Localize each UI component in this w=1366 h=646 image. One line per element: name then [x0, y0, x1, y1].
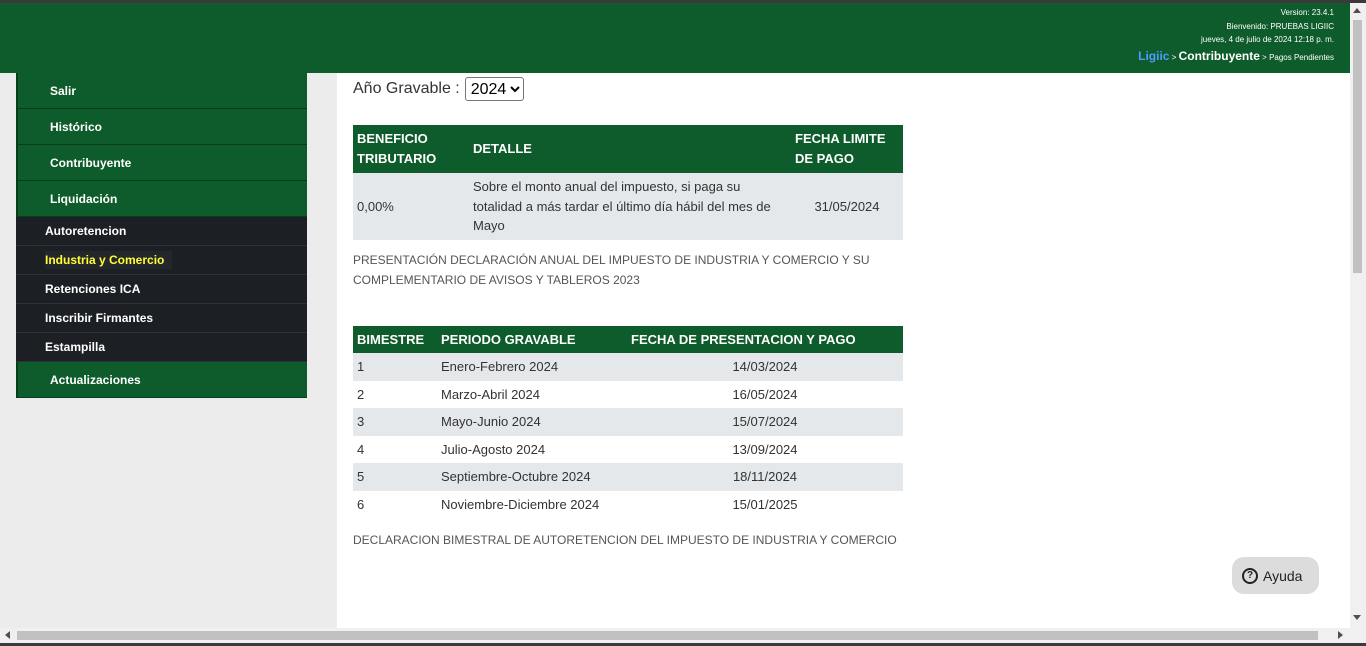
benefit-table: BENEFICIO TRIBUTARIO DETALLE FECHA LIMIT… — [353, 125, 903, 240]
benefit-value: 0,00% — [353, 173, 469, 240]
table-header-row: BIMESTRE PERIODO GRAVABLE FECHA DE PRESE… — [353, 326, 903, 353]
table-header-row: BENEFICIO TRIBUTARIO DETALLE FECHA LIMIT… — [353, 125, 903, 173]
submenu-item-estampilla[interactable]: Estampilla — [16, 333, 307, 362]
breadcrumb-separator: > — [1259, 52, 1270, 62]
bimester-declaration-note: DECLARACION BIMESTRAL DE AUTORETENCION D… — [353, 533, 897, 547]
sidebar-menu: Salir Histórico Contribuyente Liquidació… — [16, 73, 307, 398]
date-cell: 18/11/2024 — [627, 463, 903, 491]
table-row: 4 Julio-Agosto 2024 13/09/2024 — [353, 436, 903, 464]
sidebar-item-historico[interactable]: Histórico — [16, 109, 307, 145]
submenu-item-label: Retenciones ICA — [45, 282, 141, 296]
breadcrumb-home-link[interactable]: Ligiic — [1138, 49, 1169, 63]
period-cell: Septiembre-Octubre 2024 — [437, 463, 627, 491]
benefit-detail: Sobre el monto anual del impuesto, si pa… — [469, 173, 791, 240]
date-cell: 14/03/2024 — [627, 353, 903, 381]
scrollbar-corner — [1350, 628, 1366, 643]
table-row: 0,00% Sobre el monto anual del impuesto,… — [353, 173, 903, 240]
breadcrumb-section[interactable]: Contribuyente — [1179, 49, 1260, 63]
submenu-item-industria-y-comercio[interactable]: Industria y Comercio — [16, 246, 307, 275]
sidebar-item-actualizaciones[interactable]: Actualizaciones — [16, 362, 307, 398]
table-row: 2 Marzo-Abril 2024 16/05/2024 — [353, 381, 903, 409]
breadcrumb-separator: > — [1169, 52, 1179, 62]
period-cell: Mayo-Junio 2024 — [437, 408, 627, 436]
table-row: 6 Noviembre-Diciembre 2024 15/01/2025 — [353, 491, 903, 519]
version-text: Version: 23.4.1 — [1280, 8, 1334, 17]
vertical-scroll-thumb[interactable] — [1353, 20, 1362, 273]
column-header-fecha-presentacion: FECHA DE PRESENTACION Y PAGO — [627, 326, 903, 353]
date-cell: 13/09/2024 — [732, 441, 798, 457]
column-header-beneficio: BENEFICIO TRIBUTARIO — [353, 125, 469, 173]
submenu-item-label-active: Industria y Comercio — [45, 251, 173, 269]
bimestre-cell: 1 — [353, 353, 437, 381]
scroll-up-arrow-icon[interactable] — [1353, 8, 1361, 13]
vertical-scrollbar[interactable] — [1350, 3, 1366, 628]
bimestre-cell: 6 — [357, 496, 365, 512]
app-header: Version: 23.4.1 Bienvenido: PRUEBAS LIGI… — [0, 3, 1350, 73]
benefit-date: 31/05/2024 — [791, 173, 903, 240]
bimestre-cell: 5 — [353, 463, 437, 491]
date-cell: 16/05/2024 — [732, 386, 798, 402]
period-cell: Julio-Agosto 2024 — [441, 441, 546, 457]
question-circle-icon: ? — [1242, 567, 1258, 584]
column-header-detalle: DETALLE — [469, 125, 791, 173]
welcome-text: Bienvenido: PRUEBAS LIGIIC — [1226, 21, 1334, 31]
main-content: Año Gravable : 2024 BENEFICIO TRIBUTARIO… — [337, 73, 1350, 628]
period-cell: Enero-Febrero 2024 — [437, 353, 627, 381]
sidebar-item-contribuyente[interactable]: Contribuyente — [16, 145, 307, 181]
help-button-label: Ayuda — [1263, 567, 1303, 584]
bimester-table: BIMESTRE PERIODO GRAVABLE FECHA DE PRESE… — [353, 326, 903, 518]
date-cell: 15/07/2024 — [627, 408, 903, 436]
scroll-right-arrow-icon[interactable] — [1338, 631, 1343, 639]
column-header-bimestre: BIMESTRE — [353, 326, 437, 353]
scroll-down-arrow-icon[interactable] — [1353, 615, 1361, 620]
submenu-item-label: Inscribir Firmantes — [45, 311, 154, 325]
submenu-item-label: Estampilla — [45, 340, 106, 354]
bimestre-cell: 3 — [353, 408, 437, 436]
table-row: 1 Enero-Febrero 2024 14/03/2024 — [353, 353, 903, 381]
date-cell: 15/01/2025 — [732, 496, 798, 512]
column-header-periodo: PERIODO GRAVABLE — [437, 326, 627, 353]
period-cell: Marzo-Abril 2024 — [441, 386, 540, 402]
year-label: Año Gravable : — [353, 80, 460, 97]
horizontal-scrollbar[interactable] — [0, 628, 1350, 643]
table-row: 3 Mayo-Junio 2024 15/07/2024 — [353, 408, 903, 436]
column-header-fecha-limite: FECHA LIMITE DE PAGO — [791, 125, 903, 173]
bimestre-cell: 2 — [357, 386, 365, 402]
year-filter: Año Gravable : 2024 — [353, 77, 524, 101]
help-button[interactable]: ? Ayuda — [1232, 557, 1319, 594]
horizontal-scroll-thumb[interactable] — [17, 631, 1318, 640]
sidebar-item-liquidacion[interactable]: Liquidación — [16, 181, 307, 217]
scroll-left-arrow-icon[interactable] — [5, 631, 10, 639]
header-info: Version: 23.4.1 Bienvenido: PRUEBAS LIGI… — [1138, 6, 1334, 66]
sidebar-item-salir[interactable]: Salir — [16, 73, 307, 109]
year-select[interactable]: 2024 — [464, 77, 524, 101]
submenu-item-autoretencion[interactable]: Autoretencion — [16, 217, 307, 246]
submenu-item-retenciones-ica[interactable]: Retenciones ICA — [16, 275, 307, 304]
bimestre-cell: 4 — [357, 441, 365, 457]
datetime-text: jueves, 4 de julio de 2024 12:18 p. m. — [1201, 35, 1334, 44]
breadcrumb: Ligiic > Contribuyente > Pagos Pendiente… — [1138, 48, 1334, 66]
table-row: 5 Septiembre-Octubre 2024 18/11/2024 — [353, 463, 903, 491]
liquidacion-submenu: Autoretencion Industria y Comercio Reten… — [16, 217, 307, 362]
breadcrumb-current: Pagos Pendientes — [1269, 52, 1334, 62]
annual-declaration-note: PRESENTACIÓN DECLARACIÓN ANUAL DEL IMPUE… — [353, 253, 870, 287]
submenu-item-label: Autoretencion — [45, 224, 127, 238]
submenu-item-inscribir-firmantes[interactable]: Inscribir Firmantes — [16, 304, 307, 333]
period-cell: Noviembre-Diciembre 2024 — [441, 496, 600, 512]
